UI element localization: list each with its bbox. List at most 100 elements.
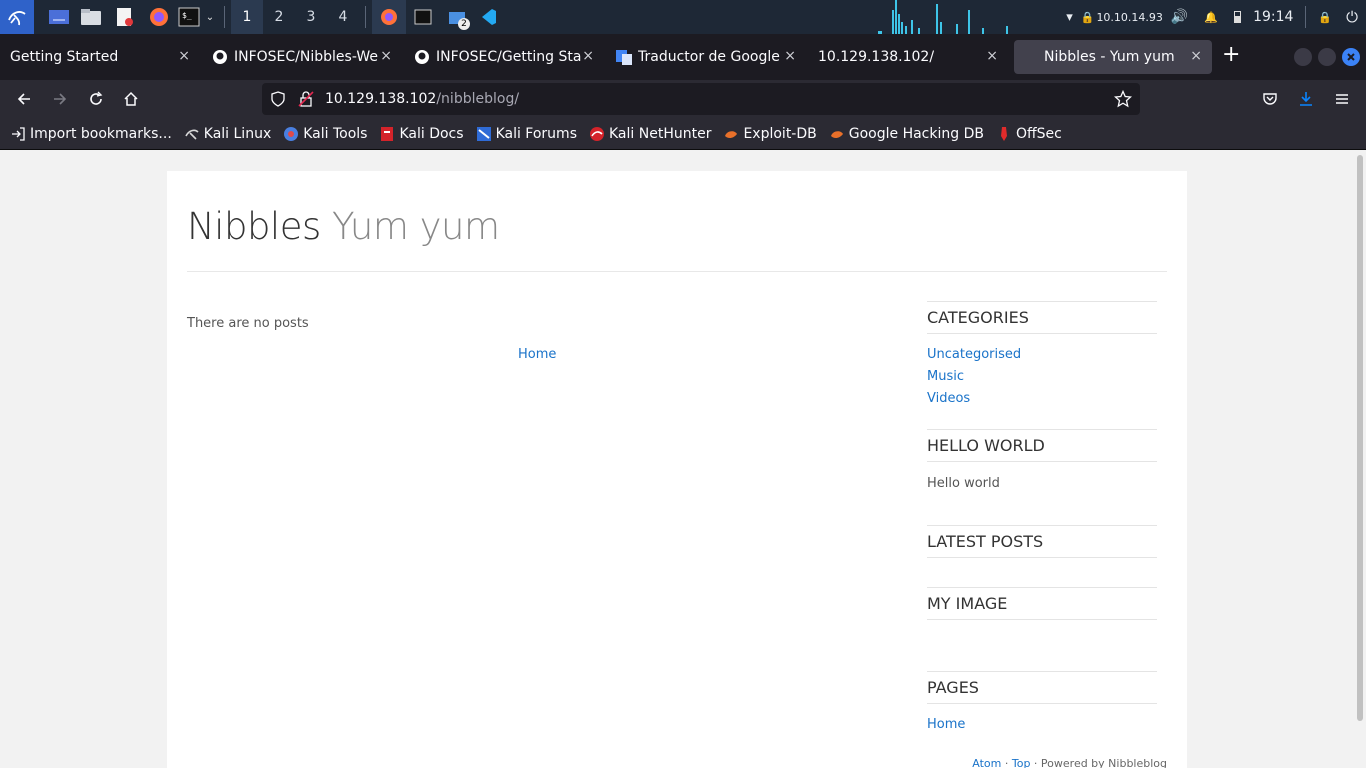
- vertical-scrollbar[interactable]: [1357, 155, 1363, 721]
- tab-google-translate[interactable]: Traductor de Google ×: [606, 40, 806, 74]
- close-window-button[interactable]: [1342, 48, 1360, 66]
- category-link-uncategorised[interactable]: Uncategorised: [927, 344, 1157, 366]
- minimize-button[interactable]: [1294, 48, 1312, 66]
- bookmark-label: Exploit-DB: [743, 125, 817, 142]
- kali-tools-icon: [283, 126, 299, 142]
- taskbar-folder-icon[interactable]: 2: [440, 0, 474, 34]
- page-link-home[interactable]: Home: [927, 714, 1157, 736]
- tab-title: Nibbles - Yum yum: [1044, 49, 1175, 65]
- downloads-button[interactable]: [1294, 87, 1318, 111]
- bookmark-label: Kali Docs: [399, 125, 464, 142]
- power-icon[interactable]: ⏻: [1346, 8, 1358, 26]
- latest-posts-widget: LATEST POSTS: [927, 525, 1157, 558]
- hello-world-widget: HELLO WORLD Hello world: [927, 429, 1157, 491]
- workspace-1[interactable]: 1: [231, 0, 263, 34]
- bookmark-kali-forums[interactable]: Kali Forums: [476, 126, 577, 142]
- categories-widget: CATEGORIES Uncategorised Music Videos: [927, 301, 1157, 410]
- google-translate-icon: [616, 49, 632, 65]
- bookmark-kali-tools[interactable]: Kali Tools: [283, 126, 367, 142]
- pages-widget: PAGES Home: [927, 671, 1157, 736]
- back-button[interactable]: [12, 87, 36, 111]
- taskbar-terminal-icon[interactable]: [406, 0, 440, 34]
- close-tab-icon[interactable]: ×: [178, 48, 190, 64]
- category-link-music[interactable]: Music: [927, 366, 1157, 388]
- tab-ip-root[interactable]: 10.129.138.102/ ×: [808, 40, 1008, 74]
- bookmark-offsec[interactable]: OffSec: [996, 126, 1062, 142]
- vscode-icon[interactable]: [474, 0, 502, 34]
- tab-infosec-nibbles[interactable]: INFOSEC/Nibbles-We ×: [202, 40, 402, 74]
- blog-slogan: Yum yum: [332, 205, 500, 248]
- tab-title: Traductor de Google: [638, 49, 780, 65]
- wifi-icon[interactable]: ▾: [1066, 10, 1073, 25]
- vpn-ip-label: 10.10.14.93: [1096, 10, 1163, 24]
- kali-menu-icon[interactable]: [0, 0, 34, 34]
- exploitdb-icon: [723, 126, 739, 142]
- widget-title: HELLO WORLD: [927, 429, 1157, 462]
- ghdb-icon: [829, 126, 845, 142]
- bookmark-google-hacking-db[interactable]: Google Hacking DB: [829, 126, 984, 142]
- tab-title: INFOSEC/Nibbles-We: [234, 49, 378, 65]
- shield-icon[interactable]: [270, 91, 286, 107]
- clock[interactable]: 19:14: [1253, 9, 1293, 25]
- close-tab-icon[interactable]: ×: [986, 48, 998, 64]
- maximize-button[interactable]: [1318, 48, 1336, 66]
- tab-infosec-getting-started[interactable]: INFOSEC/Getting Star ×: [404, 40, 604, 74]
- bookmark-star-icon[interactable]: [1114, 90, 1132, 108]
- terminal-launcher-icon[interactable]: $_: [176, 0, 202, 34]
- github-icon: [212, 49, 228, 65]
- text-editor-icon[interactable]: [108, 0, 142, 34]
- close-tab-icon[interactable]: ×: [1190, 48, 1202, 64]
- workspace-2[interactable]: 2: [263, 0, 295, 34]
- category-link-videos[interactable]: Videos: [927, 388, 1157, 410]
- workspace-3[interactable]: 3: [295, 0, 327, 34]
- lock-screen-icon[interactable]: 🔒: [1318, 11, 1332, 24]
- bookmark-kali-docs[interactable]: Kali Docs: [379, 125, 464, 142]
- bookmark-kali-linux[interactable]: Kali Linux: [184, 126, 271, 142]
- footer-separator: ·: [1030, 757, 1041, 768]
- bookmark-exploit-db[interactable]: Exploit-DB: [723, 125, 817, 142]
- pocket-button[interactable]: [1258, 87, 1282, 111]
- svg-text:$_: $_: [182, 11, 192, 20]
- workspace-4[interactable]: 4: [327, 0, 359, 34]
- chevron-down-icon[interactable]: ⌄: [202, 0, 218, 34]
- widget-title: MY IMAGE: [927, 587, 1157, 620]
- file-manager-icon[interactable]: [74, 0, 108, 34]
- close-tab-icon[interactable]: ×: [380, 48, 392, 64]
- firefox-launcher-icon[interactable]: [142, 0, 176, 34]
- home-pagination-link[interactable]: Home: [518, 347, 556, 362]
- close-tab-icon[interactable]: ×: [582, 48, 594, 64]
- close-tab-icon[interactable]: ×: [784, 48, 796, 64]
- page-viewport[interactable]: Nibbles Yum yum There are no posts Home …: [0, 151, 1366, 768]
- app-menu-button[interactable]: [1330, 87, 1354, 111]
- tab-getting-started[interactable]: Getting Started ×: [0, 40, 200, 74]
- url-bar[interactable]: 10.129.138.102/nibbleblog/: [262, 83, 1140, 115]
- bookmark-label: Kali Forums: [495, 125, 577, 142]
- notification-count-badge: 2: [458, 18, 470, 30]
- tab-nibbles-active[interactable]: Nibbles - Yum yum ×: [1014, 40, 1212, 74]
- import-icon: [10, 126, 26, 142]
- bookmark-label: Import bookmarks...: [30, 125, 172, 142]
- home-button[interactable]: [119, 87, 143, 111]
- panel-separator: [224, 6, 225, 28]
- arrow-right-icon: [54, 93, 67, 105]
- new-tab-button[interactable]: +: [1222, 42, 1240, 67]
- volume-icon[interactable]: 🔊: [1171, 9, 1188, 25]
- top-link[interactable]: Top: [1012, 757, 1031, 768]
- bookmark-import[interactable]: Import bookmarks...: [10, 126, 172, 142]
- insecure-lock-icon[interactable]: [298, 91, 314, 107]
- forward-button[interactable]: [48, 87, 72, 111]
- panel-separator: [1305, 6, 1307, 28]
- bookmark-label: Google Hacking DB: [848, 125, 984, 142]
- taskbar-firefox-icon[interactable]: [372, 0, 406, 34]
- close-icon: [1347, 53, 1355, 61]
- widget-title: LATEST POSTS: [927, 525, 1157, 558]
- bookmark-kali-nethunter[interactable]: Kali NetHunter: [589, 126, 711, 142]
- reload-button[interactable]: [84, 87, 108, 111]
- bell-icon[interactable]: 🔔: [1204, 11, 1218, 24]
- url-text[interactable]: 10.129.138.102/nibbleblog/: [325, 91, 519, 107]
- show-desktop-icon[interactable]: [44, 0, 74, 34]
- tab-title: INFOSEC/Getting Star: [436, 49, 581, 65]
- atom-link[interactable]: Atom: [972, 757, 1001, 768]
- battery-icon[interactable]: [1234, 11, 1242, 23]
- vpn-lock-icon[interactable]: 🔒: [1081, 11, 1095, 24]
